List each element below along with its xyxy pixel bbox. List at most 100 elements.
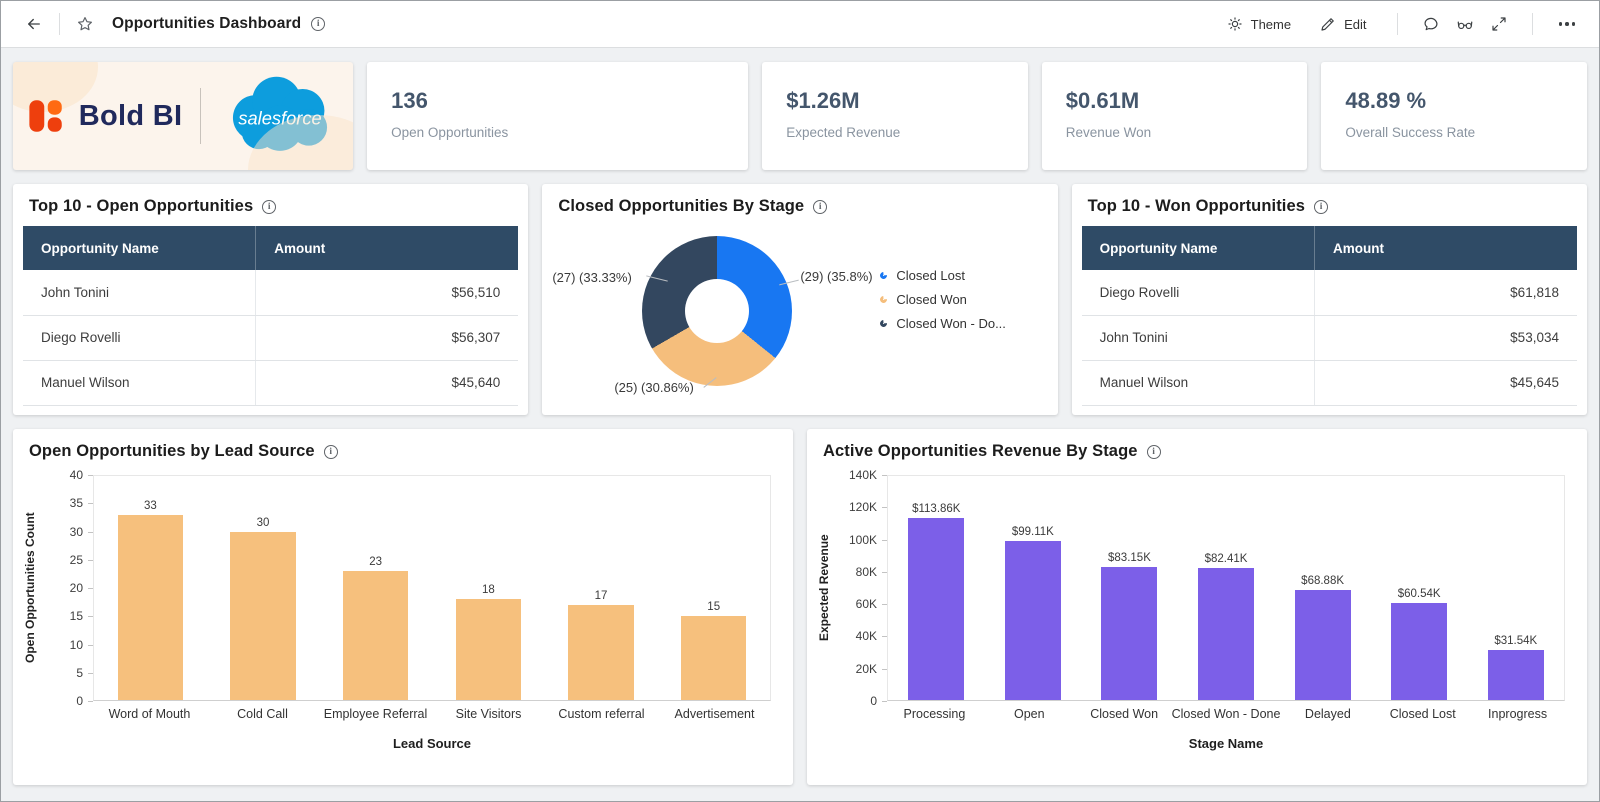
column-header: Amount [1313, 226, 1577, 270]
back-button[interactable] [21, 11, 47, 37]
legend-label: Closed Won [896, 292, 967, 307]
bar-Delayed[interactable]: $68.88K [1274, 476, 1371, 700]
widget-info-icon[interactable] [1314, 199, 1329, 214]
y-tick-label: 120K [848, 500, 877, 515]
cell-amount: $61,818 [1313, 270, 1577, 316]
dashboard-info-icon[interactable] [311, 17, 326, 31]
kpi-value: 48.89 % [1345, 88, 1427, 113]
cell-amount: $45,640 [255, 360, 519, 406]
more-options-button[interactable] [1553, 16, 1582, 32]
bar[interactable] [1487, 649, 1544, 700]
bar-Cold Call[interactable]: 30 [207, 476, 320, 700]
widget-title: Closed Opportunities By Stage [558, 197, 805, 215]
kpi-value: $0.61M [1065, 88, 1140, 113]
table-row[interactable]: John Tonini $53,034 [1081, 315, 1577, 361]
x-category-label: Processing [903, 707, 966, 721]
legend-ring-icon [878, 318, 889, 329]
x-axis-title: Lead Source [392, 736, 472, 751]
bar-Processing[interactable]: $113.86K [888, 476, 985, 700]
salesforce-logo: salesforce [233, 76, 328, 151]
bar-Advertisement[interactable]: 15 [657, 476, 770, 700]
x-category-label: Closed Won [1090, 707, 1159, 721]
bar[interactable] [1004, 541, 1061, 700]
bar-Closed Won - Done[interactable]: $82.41K [1178, 476, 1275, 700]
plot-area: 33 30 23 18 17 15 [93, 475, 771, 701]
bar-Site Visitors[interactable]: 18 [432, 476, 545, 700]
table-row[interactable]: Diego Rovelli $56,307 [23, 315, 519, 361]
fullscreen-button[interactable] [1486, 11, 1512, 37]
bar[interactable] [117, 515, 183, 700]
widget-info-icon[interactable] [262, 199, 277, 214]
bar-value-label: $31.54K [1494, 634, 1538, 647]
salesforce-logo-text: salesforce [239, 108, 322, 129]
theme-button[interactable]: Theme [1216, 11, 1301, 37]
bar[interactable] [1294, 589, 1351, 700]
table-row[interactable]: John Tonini $56,510 [23, 270, 519, 316]
x-category-label: Site Visitors [455, 707, 522, 721]
bar[interactable] [1101, 566, 1158, 700]
y-tick-label: 60K [855, 597, 877, 612]
kpi-revenue-won: $0.61M Revenue Won [1041, 62, 1308, 170]
widget-title: Open Opportunities by Lead Source [29, 442, 315, 460]
column-header: Opportunity Name [23, 226, 256, 270]
x-axis-title: Stage Name [1188, 736, 1264, 751]
bar-value-label: $113.86K [912, 502, 961, 515]
y-axis-title: Expected Revenue [817, 534, 831, 642]
bar-Custom referral[interactable]: 17 [545, 476, 658, 700]
theme-icon [1228, 17, 1242, 31]
comment-bubble-icon [1423, 17, 1438, 31]
comments-button[interactable] [1418, 11, 1444, 37]
bar[interactable] [568, 604, 634, 700]
table-row[interactable]: Diego Rovelli $61,818 [1081, 270, 1577, 316]
theme-label: Theme [1250, 16, 1292, 32]
cell-name: John Tonini [23, 270, 256, 316]
bar-Closed Lost[interactable]: $60.54K [1371, 476, 1468, 700]
topbar-divider [59, 13, 60, 35]
edit-label: Edit [1344, 16, 1367, 32]
cell-amount: $56,307 [255, 315, 519, 361]
x-category-label: Custom referral [558, 707, 645, 721]
table-row[interactable]: Manuel Wilson $45,640 [23, 360, 519, 406]
bar[interactable] [1198, 568, 1255, 700]
bar-Word of Mouth[interactable]: 33 [94, 476, 207, 700]
widget-info-icon[interactable] [813, 199, 828, 214]
bar[interactable] [343, 571, 409, 700]
x-category-label: Advertisement [674, 707, 755, 721]
edit-button[interactable]: Edit [1309, 11, 1376, 37]
bar[interactable] [908, 517, 965, 700]
legend-ring-icon [878, 294, 889, 305]
bar[interactable] [230, 532, 296, 700]
kpi-label: Revenue Won [1065, 125, 1152, 140]
bar[interactable] [455, 599, 522, 700]
branding-card: Bold BI salesforce [13, 62, 354, 170]
legend-item-closed-won[interactable]: Closed Won [878, 292, 1006, 307]
widget-info-icon[interactable] [323, 444, 338, 459]
donut-chart[interactable] [642, 236, 793, 386]
cell-name: Diego Rovelli [23, 315, 256, 361]
bar-Employee Referral[interactable]: 23 [319, 476, 432, 700]
kpi-label: Open Opportunities [391, 125, 509, 140]
cell-name: Manuel Wilson [23, 360, 256, 406]
y-tick-label: 25 [69, 552, 83, 567]
bar-Open[interactable]: $99.11K [985, 476, 1082, 700]
bar[interactable] [1391, 603, 1448, 700]
kpi-label: Overall Success Rate [1345, 125, 1476, 140]
widget-info-icon[interactable] [1146, 444, 1161, 459]
legend-item-closed-lost[interactable]: Closed Lost [878, 268, 1006, 283]
expand-icon [1491, 17, 1506, 31]
bar-Inprogress[interactable]: $31.54K [1467, 476, 1564, 700]
legend-item-closed-won-done[interactable]: Closed Won - Do... [878, 316, 1006, 331]
y-tick-label: 30 [69, 524, 83, 539]
table-row[interactable]: Manuel Wilson $45,645 [1081, 360, 1577, 406]
y-tick-label: 20 [69, 581, 83, 595]
view-mode-button[interactable] [1452, 11, 1478, 37]
y-tick-label: 35 [69, 496, 83, 511]
bar-Closed Won[interactable]: $83.15K [1081, 476, 1178, 700]
top-bar: Opportunities Dashboard Theme Edit [1, 1, 1599, 48]
plot-area: $113.86K $99.11K $83.15K $82.41K $68.88K $60.… [887, 475, 1565, 701]
cell-amount: $56,510 [255, 270, 519, 316]
favorite-button[interactable] [72, 11, 98, 37]
table-header-row: Opportunity Name Amount [1081, 226, 1577, 270]
bar[interactable] [681, 616, 747, 700]
dashboard-window: Opportunities Dashboard Theme Edit [0, 0, 1600, 802]
